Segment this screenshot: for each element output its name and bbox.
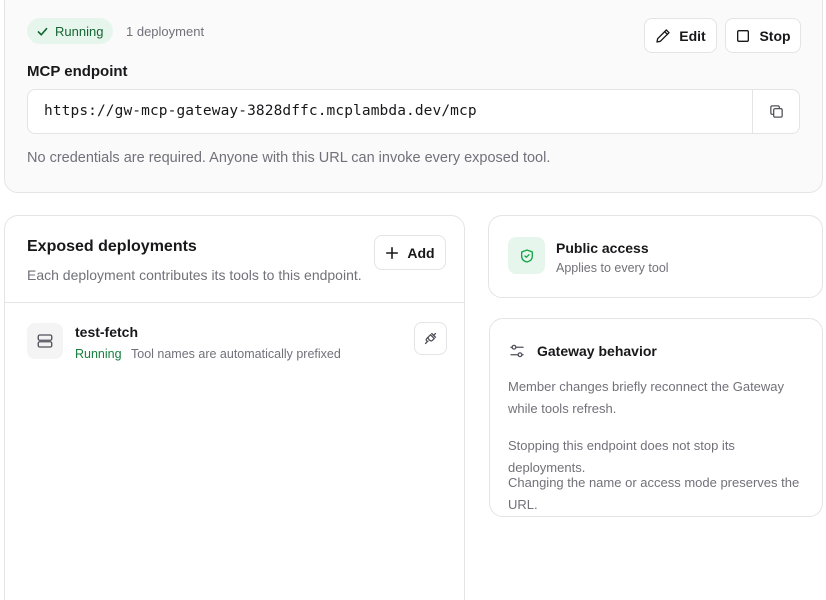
endpoint-note: No credentials are required. Anyone with… [27,150,551,166]
plus-icon [386,246,399,259]
add-deployment-button[interactable]: Add [374,235,446,270]
deployment-name[interactable]: test-fetch [75,324,138,340]
stop-button[interactable]: Stop [725,18,801,53]
pencil-icon [656,28,670,43]
shield-check-icon [508,237,545,274]
public-access-card: Public access Applies to every tool [488,215,823,298]
behavior-title: Gateway behavior [537,343,657,359]
status-badge: Running [27,18,114,44]
deployment-row: test-fetch Running Tool names are automa… [27,320,447,366]
edit-button-label: Edit [679,27,706,44]
server-icon [27,323,63,359]
sliders-icon [510,344,524,358]
access-title: Public access [556,240,649,256]
deployments-divider [5,302,464,303]
copy-url-button[interactable] [752,90,799,133]
square-icon [737,29,750,42]
behavior-note: Member changes briefly reconnect the Gat… [508,379,785,416]
endpoint-url-field[interactable]: https://gw-mcp-gateway-3828dffc.mcplambd… [27,89,800,134]
access-subtitle: Applies to every tool [556,261,669,275]
deployment-count: 1 deployment [126,24,205,39]
stop-button-label: Stop [759,27,791,44]
detach-deployment-button[interactable] [414,322,447,355]
endpoint-url[interactable]: https://gw-mcp-gateway-3828dffc.mcplambd… [44,103,477,119]
edit-button[interactable]: Edit [644,18,717,53]
deployments-title: Exposed deployments [27,238,197,255]
behavior-note: Changing the name or access mode preserv… [508,475,800,512]
exposed-deployments-card: Exposed deployments Each deployment cont… [4,215,465,600]
endpoint-title: MCP endpoint [27,63,128,80]
copy-icon [769,105,783,118]
gateway-behavior-card: Gateway behavior Member changes briefly … [489,318,823,517]
check-icon [37,27,48,36]
status-label: Running [55,23,104,39]
deployment-status: Running [75,347,122,361]
add-button-label: Add [407,244,435,261]
deployment-note: Tool names are automatically prefixed [131,347,341,361]
unplug-icon [424,332,437,345]
deployments-subtitle: Each deployment contributes its tools to… [27,267,362,283]
